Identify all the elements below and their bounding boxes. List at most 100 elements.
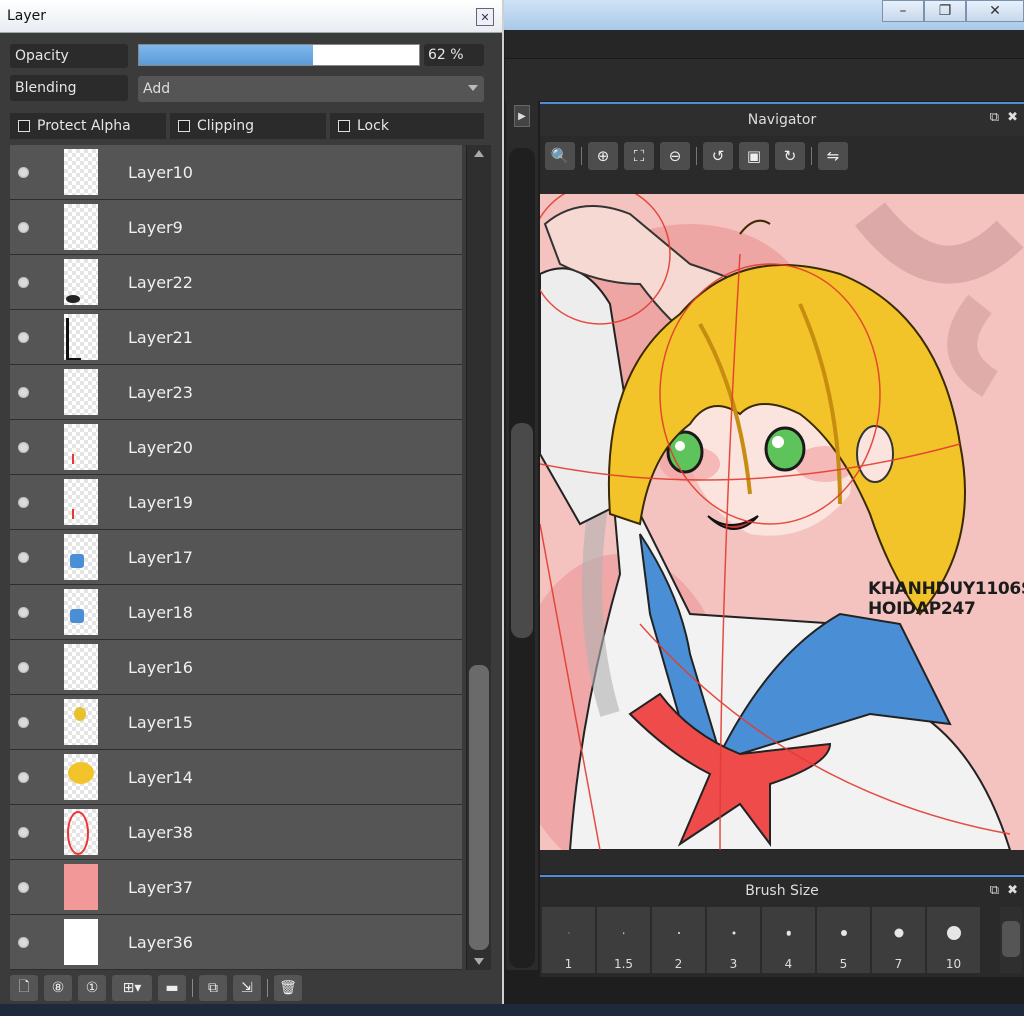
- add-layer-menu-icon[interactable]: ⊞▾: [112, 975, 152, 1001]
- layer-row[interactable]: Layer18: [10, 585, 462, 640]
- close-icon[interactable]: ✖: [1007, 110, 1018, 125]
- zoom-in-icon[interactable]: ⊕: [588, 142, 618, 170]
- duplicate-layer-icon[interactable]: ⧉: [199, 975, 227, 1001]
- brush-size-option[interactable]: 1: [542, 907, 595, 973]
- new-1bit-layer-icon[interactable]: ①: [78, 975, 106, 1001]
- blending-select[interactable]: Add: [138, 76, 484, 102]
- clipping-checkbox[interactable]: Clipping: [170, 113, 326, 139]
- brush-dot-icon: [786, 930, 791, 936]
- layer-row[interactable]: Layer37: [10, 860, 462, 915]
- flip-horizontal-icon[interactable]: ⇋: [818, 142, 848, 170]
- scroll-down-icon[interactable]: [474, 958, 484, 965]
- brush-size-option[interactable]: 4: [762, 907, 815, 973]
- maximize-button[interactable]: ❐: [924, 0, 966, 22]
- reset-view-icon[interactable]: ▣: [739, 142, 769, 170]
- visibility-icon[interactable]: [18, 606, 29, 618]
- visibility-icon[interactable]: [18, 386, 29, 398]
- close-icon[interactable]: ✕: [476, 8, 494, 26]
- layer-row[interactable]: Layer38: [10, 805, 462, 860]
- close-button[interactable]: ✕: [966, 0, 1024, 22]
- opacity-value[interactable]: 62 %: [424, 44, 484, 66]
- zoom-fit-icon[interactable]: 🔍: [545, 142, 575, 170]
- layer-row[interactable]: Layer19: [10, 475, 462, 530]
- visibility-icon[interactable]: [18, 661, 29, 673]
- brush-dot-icon: [840, 930, 847, 936]
- scrollbar-thumb[interactable]: [1002, 921, 1020, 957]
- popout-icon[interactable]: ⧉: [990, 883, 999, 898]
- canvas-preview[interactable]: KHANHDUY1106S HOIDAP247: [540, 194, 1024, 850]
- layer-row[interactable]: Layer10: [10, 145, 462, 200]
- layer-row[interactable]: Layer14: [10, 750, 462, 805]
- brush-dot-icon: [568, 932, 569, 934]
- layer-thumbnail: [64, 149, 98, 195]
- visibility-icon[interactable]: [18, 771, 29, 783]
- new-8bit-layer-icon[interactable]: ⑧: [44, 975, 72, 1001]
- lock-checkbox[interactable]: Lock: [330, 113, 484, 139]
- watermark-line-2: HOIDAP247: [868, 599, 976, 619]
- brush-dot-icon: [946, 926, 961, 940]
- layer-row[interactable]: Layer15: [10, 695, 462, 750]
- layer-row[interactable]: Layer20: [10, 420, 462, 475]
- brush-size-option[interactable]: 5: [817, 907, 870, 973]
- canvas-scrollbar-thumb[interactable]: [511, 423, 533, 638]
- visibility-icon[interactable]: [18, 276, 29, 288]
- trash-icon[interactable]: 🗑: [274, 975, 302, 1001]
- window-controls: – ❐ ✕: [882, 0, 1024, 22]
- layer-row[interactable]: Layer9: [10, 200, 462, 255]
- close-icon[interactable]: ✖: [1007, 883, 1018, 898]
- merge-layer-icon[interactable]: ⇲: [233, 975, 261, 1001]
- fit-screen-icon[interactable]: ⛶: [624, 142, 654, 170]
- layer-name: Layer19: [128, 492, 193, 512]
- layer-window-title: Layer: [0, 0, 502, 33]
- canvas-scrollbar[interactable]: [509, 148, 535, 968]
- visibility-icon[interactable]: [18, 551, 29, 563]
- brush-size-option[interactable]: 10: [927, 907, 980, 973]
- protect-alpha-checkbox[interactable]: Protect Alpha: [10, 113, 166, 139]
- visibility-icon[interactable]: [18, 826, 29, 838]
- visibility-icon[interactable]: [18, 221, 29, 233]
- layer-name: Layer9: [128, 217, 183, 237]
- layer-row[interactable]: Layer22: [10, 255, 462, 310]
- layer-row[interactable]: Layer23: [10, 365, 462, 420]
- rotate-left-icon[interactable]: ↺: [703, 142, 733, 170]
- scroll-up-icon[interactable]: [474, 150, 484, 157]
- new-layer-icon[interactable]: 🗋: [10, 975, 38, 1001]
- brush-size-label: 2: [674, 957, 683, 971]
- opacity-slider[interactable]: [138, 44, 420, 66]
- scrollbar-thumb[interactable]: [469, 665, 489, 950]
- layer-thumbnail: [64, 314, 98, 360]
- app-toolbar: [505, 58, 1024, 101]
- visibility-icon[interactable]: [18, 166, 29, 178]
- layer-thumbnail: [64, 424, 98, 470]
- brush-size-option[interactable]: 2: [652, 907, 705, 973]
- visibility-icon[interactable]: [18, 716, 29, 728]
- brush-size-option[interactable]: 3: [707, 907, 760, 973]
- layer-thumbnail: [64, 534, 98, 580]
- rotate-right-icon[interactable]: ↻: [775, 142, 805, 170]
- visibility-icon[interactable]: [18, 936, 29, 948]
- brush-size-option[interactable]: 7: [872, 907, 925, 973]
- layer-toolbar: 🗋 ⑧ ① ⊞▾ ▬ ⧉ ⇲ 🗑: [10, 972, 490, 1004]
- brush-size-label: 1: [564, 957, 573, 971]
- brush-size-scrollbar[interactable]: [1000, 907, 1022, 973]
- layer-row[interactable]: Layer16: [10, 640, 462, 695]
- minimize-button[interactable]: –: [882, 0, 924, 22]
- watermark-line-1: KHANHDUY1106S: [868, 579, 1024, 599]
- visibility-icon[interactable]: [18, 881, 29, 893]
- toolbar-divider: [696, 147, 697, 165]
- folder-icon[interactable]: ▬: [158, 975, 186, 1001]
- popout-icon[interactable]: ⧉: [990, 110, 999, 125]
- layer-row[interactable]: Layer21: [10, 310, 462, 365]
- visibility-icon[interactable]: [18, 496, 29, 508]
- layer-thumbnail: [64, 809, 98, 855]
- visibility-icon[interactable]: [18, 331, 29, 343]
- brush-size-option[interactable]: 1.5: [597, 907, 650, 973]
- layer-row[interactable]: Layer36: [10, 915, 462, 970]
- visibility-icon[interactable]: [18, 441, 29, 453]
- layer-list-scrollbar[interactable]: [466, 145, 491, 970]
- opacity-slider-fill: [139, 45, 313, 65]
- brush-size-list: 1 1.5 2 3 4 5 7 10: [542, 907, 980, 973]
- chevron-right-icon[interactable]: ▶: [514, 105, 530, 127]
- layer-row[interactable]: Layer17: [10, 530, 462, 585]
- zoom-out-icon[interactable]: ⊖: [660, 142, 690, 170]
